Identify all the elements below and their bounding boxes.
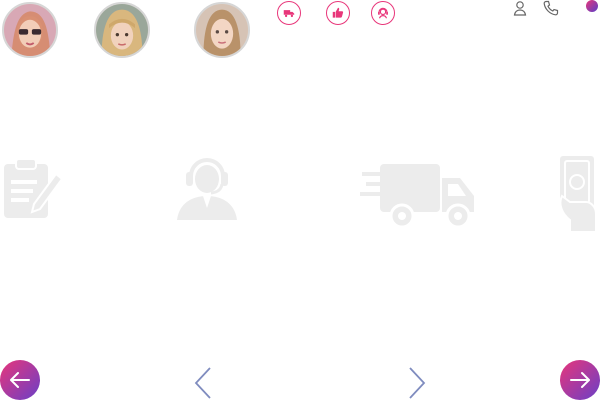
feature-delivery — [360, 160, 476, 230]
avatar-2[interactable] — [94, 2, 150, 58]
call-button[interactable] — [543, 0, 559, 16]
phone-icon — [543, 0, 559, 16]
avatar-2-photo — [96, 4, 148, 56]
support-badge[interactable] — [371, 1, 395, 25]
support-agent-icon — [378, 7, 388, 19]
feature-payment — [556, 154, 600, 232]
avatar-1-photo — [4, 4, 56, 56]
account-button[interactable] — [512, 0, 528, 16]
chevron-right-icon — [409, 367, 426, 399]
feature-support — [175, 154, 239, 222]
user-icon — [513, 1, 527, 16]
status-dot[interactable] — [586, 0, 598, 12]
clipboard-icon — [4, 158, 64, 218]
delivery-badge[interactable] — [277, 1, 301, 25]
arrow-right-icon — [570, 372, 590, 388]
cash-hand-icon — [559, 156, 597, 232]
prev-chevron-button[interactable] — [192, 366, 214, 400]
support-agent-icon — [177, 158, 237, 220]
feature-clipboard — [0, 156, 64, 220]
quality-badge[interactable] — [326, 1, 350, 25]
prev-round-button[interactable] — [0, 360, 40, 400]
truck-icon — [283, 10, 295, 18]
chevron-left-icon — [194, 367, 211, 399]
arrow-left-icon — [10, 372, 30, 388]
thumbs-up-icon — [332, 7, 344, 18]
avatar-3[interactable] — [194, 2, 250, 58]
delivery-truck-icon — [360, 164, 474, 229]
next-round-button[interactable] — [560, 360, 600, 400]
avatar-1[interactable] — [2, 2, 58, 58]
next-chevron-button[interactable] — [406, 366, 428, 400]
avatar-3-photo — [196, 4, 248, 56]
